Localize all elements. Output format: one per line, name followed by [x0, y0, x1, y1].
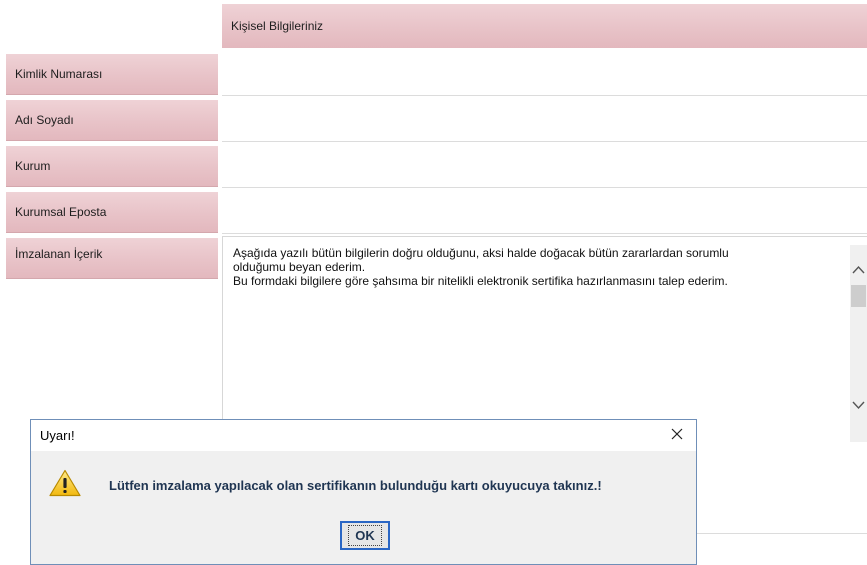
- warning-dialog: Uyarı! Lütfen imzalama yapılacak olan se…: [30, 419, 697, 565]
- label-imzalanan-icerik: İmzalanan İçerik: [6, 238, 218, 279]
- scroll-up-icon[interactable]: [850, 261, 867, 278]
- close-icon[interactable]: [668, 425, 686, 443]
- label-text: Kimlik Numarası: [15, 67, 103, 81]
- label-kimlik-numarasi: Kimlik Numarası: [6, 54, 218, 95]
- scroll-down-icon[interactable]: [850, 397, 867, 414]
- label-kurumsal-eposta: Kurumsal Eposta: [6, 192, 218, 233]
- label-adi-soyadi: Adı Soyadı: [6, 100, 218, 141]
- form-header: Kişisel Bilgileriniz: [222, 4, 867, 48]
- dialog-title: Uyarı!: [40, 428, 75, 443]
- label-text: İmzalanan İçerik: [15, 247, 103, 261]
- vertical-scrollbar[interactable]: [850, 245, 867, 442]
- label-text: Kurumsal Eposta: [15, 205, 107, 219]
- warning-icon: [49, 469, 81, 497]
- label-text: Kurum: [15, 159, 51, 173]
- dialog-message: Lütfen imzalama yapılacak olan sertifika…: [109, 478, 602, 493]
- label-kurum: Kurum: [6, 146, 218, 187]
- ok-button[interactable]: OK: [340, 521, 390, 550]
- value-adi-soyadi: [222, 96, 867, 142]
- form-header-title: Kişisel Bilgileriniz: [231, 19, 324, 33]
- value-kimlik-numarasi: [222, 50, 867, 96]
- ok-button-label: OK: [348, 525, 382, 546]
- signed-content-text: Aşağıda yazılı bütün bilgilerin doğru ol…: [233, 246, 729, 288]
- dialog-titlebar[interactable]: Uyarı!: [31, 420, 696, 451]
- value-kurum: [222, 142, 867, 188]
- scroll-thumb[interactable]: [851, 285, 866, 307]
- value-kurumsal-eposta: [222, 188, 867, 234]
- label-text: Adı Soyadı: [15, 113, 74, 127]
